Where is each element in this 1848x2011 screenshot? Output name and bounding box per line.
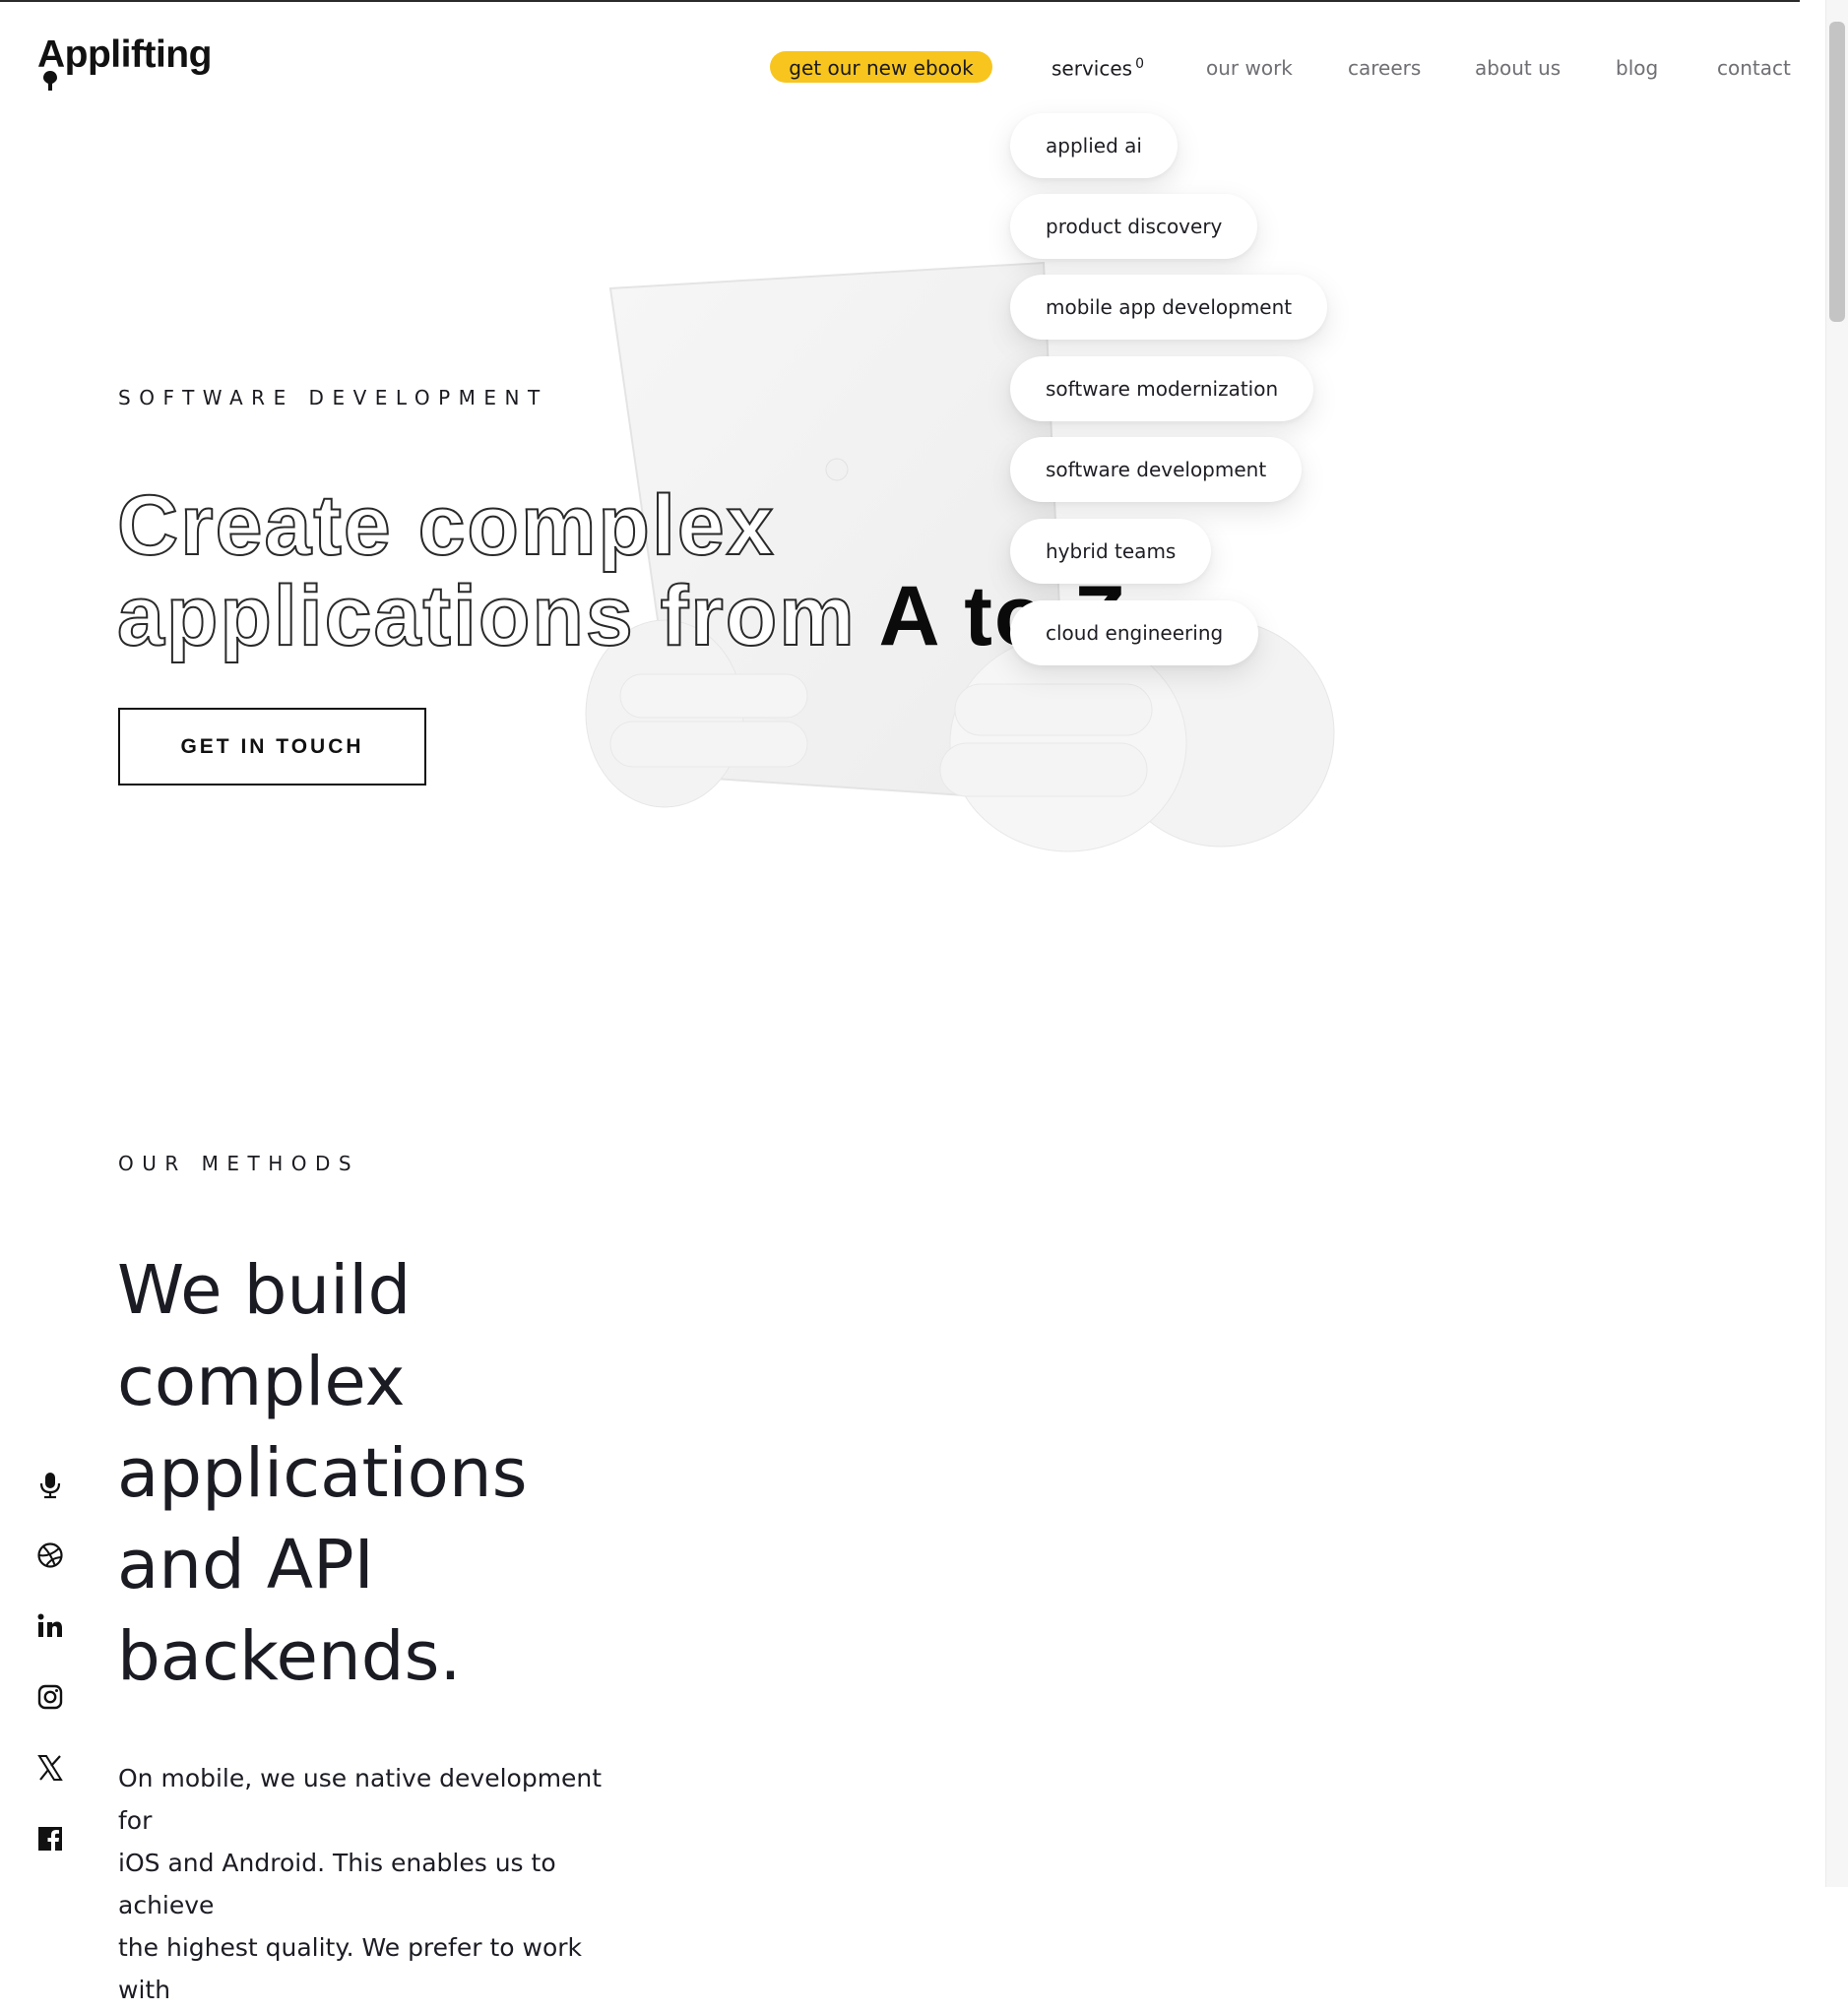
methods-heading-line: and API — [117, 1526, 374, 1604]
methods-heading-line: We build — [117, 1251, 412, 1330]
hero-title: Create complex applications from A to Z — [116, 478, 1594, 663]
methods-eyebrow: OUR METHODS — [118, 1152, 360, 1175]
methods-heading: We build complex applications and API ba… — [117, 1245, 528, 1703]
methods-body-line: the highest quality. We prefer to work w… — [118, 1933, 582, 2004]
x-icon[interactable] — [35, 1753, 65, 1783]
nav-our-work[interactable]: our work — [1206, 56, 1293, 80]
methods-body: On mobile, we use native development for… — [118, 1757, 630, 2011]
methods-body-line: On mobile, we use native development for — [118, 1764, 603, 1835]
hero-eyebrow: SOFTWARE DEVELOPMENT — [118, 386, 548, 409]
nav-blog[interactable]: blog — [1616, 56, 1658, 80]
hero-title-line2: applications from A to Z — [116, 569, 1594, 663]
main-nav: get our new ebook services 0 our work car… — [0, 51, 1848, 91]
services-menu-item-mobile-app-development[interactable]: mobile app development — [1010, 275, 1328, 340]
services-menu-item-cloud-engineering[interactable]: cloud engineering — [1010, 600, 1259, 665]
methods-heading-line: applications — [117, 1434, 528, 1513]
nav-services-label: services — [1051, 56, 1133, 81]
services-menu-item-software-development[interactable]: software development — [1010, 437, 1303, 502]
methods-heading-line: backends. — [117, 1617, 462, 1696]
hero-title-line1: Create complex — [116, 478, 776, 573]
get-in-touch-button[interactable]: GET IN TOUCH — [118, 708, 426, 786]
services-menu-item-applied-ai[interactable]: applied ai — [1010, 113, 1178, 178]
linkedin-icon[interactable] — [35, 1611, 65, 1641]
dribbble-icon[interactable] — [35, 1540, 65, 1570]
top-border — [0, 0, 1800, 2]
facebook-icon[interactable] — [35, 1824, 65, 1854]
ebook-button[interactable]: get our new ebook — [770, 51, 992, 83]
nav-about-us[interactable]: about us — [1475, 56, 1561, 80]
page-scrollbar[interactable] — [1825, 0, 1848, 1887]
hero-title-line2-outline: applications from — [116, 569, 857, 663]
methods-heading-line: complex — [117, 1343, 406, 1421]
nav-contact[interactable]: contact — [1717, 56, 1791, 80]
nav-careers[interactable]: careers — [1348, 56, 1421, 80]
instagram-icon[interactable] — [35, 1682, 65, 1712]
services-menu-item-software-modernization[interactable]: software modernization — [1010, 356, 1314, 421]
nav-services-count: 0 — [1135, 56, 1144, 72]
services-menu-item-hybrid-teams[interactable]: hybrid teams — [1010, 519, 1212, 584]
methods-body-line: iOS and Android. This enables us to achi… — [118, 1849, 556, 1919]
services-menu-item-product-discovery[interactable]: product discovery — [1010, 194, 1258, 259]
nav-services[interactable]: services 0 — [1051, 56, 1144, 81]
scrollbar-thumb[interactable] — [1829, 22, 1845, 322]
microphone-icon[interactable] — [35, 1470, 65, 1499]
